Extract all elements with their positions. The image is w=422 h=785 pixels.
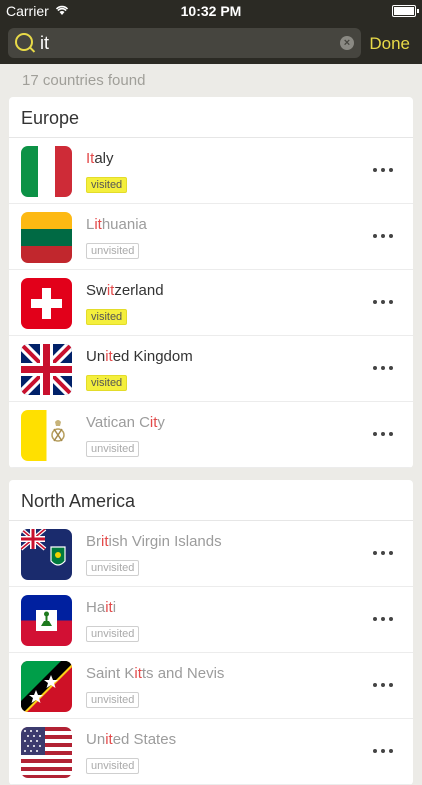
clock: 10:32 PM xyxy=(180,3,242,19)
country-name: United Kingdom xyxy=(86,348,193,365)
section-card-north-america: North America British Virgin Islands unvi… xyxy=(9,480,413,785)
more-options-icon[interactable] xyxy=(373,682,393,688)
country-row[interactable]: Lithuania unvisited xyxy=(9,204,413,270)
more-options-icon[interactable] xyxy=(373,616,393,622)
search-icon xyxy=(15,33,33,51)
search-field[interactable]: × xyxy=(8,28,361,58)
more-options-icon[interactable] xyxy=(373,365,393,371)
status-badge: unvisited xyxy=(86,243,140,259)
section-header: North America xyxy=(9,480,413,521)
bvi-flag-icon xyxy=(21,529,72,580)
status-badge: unvisited xyxy=(86,692,140,708)
country-row[interactable]: Haiti unvisited xyxy=(9,587,413,653)
more-options-icon[interactable] xyxy=(373,431,393,437)
uk-flag-icon xyxy=(21,344,72,395)
switzerland-flag-icon xyxy=(21,278,72,329)
country-row[interactable]: Vatican City unvisited xyxy=(9,402,413,468)
section-card-europe: Europe Italy visited Lithuania unvisited Swi… xyxy=(9,97,413,468)
more-options-icon[interactable] xyxy=(373,299,393,305)
search-input[interactable] xyxy=(40,32,330,54)
more-options-icon[interactable] xyxy=(373,748,393,754)
more-options-icon[interactable] xyxy=(373,550,393,556)
country-name: Lithuania xyxy=(86,216,147,233)
results-count: 17 countries found xyxy=(22,72,146,89)
battery-icon xyxy=(392,5,419,17)
status-badge: unvisited xyxy=(86,626,140,642)
clear-icon[interactable]: × xyxy=(340,36,354,50)
country-name: Switzerland xyxy=(86,282,164,299)
status-badge: unvisited xyxy=(86,758,140,774)
lithuania-flag-icon xyxy=(21,212,72,263)
more-options-icon[interactable] xyxy=(373,167,393,173)
country-row[interactable]: United Kingdom visited xyxy=(9,336,413,402)
country-name: Vatican City xyxy=(86,414,165,431)
status-bar: Carrier 10:32 PM xyxy=(0,0,422,22)
country-name: Saint Kitts and Nevis xyxy=(86,665,225,682)
status-badge: unvisited xyxy=(86,441,140,457)
country-row[interactable]: Switzerland visited xyxy=(9,270,413,336)
done-button[interactable]: Done xyxy=(369,34,410,54)
status-badge: visited xyxy=(86,177,128,193)
status-badge: visited xyxy=(86,375,128,391)
status-badge: unvisited xyxy=(86,560,140,576)
country-name: United States xyxy=(86,731,177,748)
country-row[interactable]: Saint Kitts and Nevis unvisited xyxy=(9,653,413,719)
country-row[interactable]: Italy visited xyxy=(9,138,413,204)
section-header: Europe xyxy=(9,97,413,138)
saint-kitts-flag-icon xyxy=(21,661,72,712)
country-row[interactable]: British Virgin Islands unvisited xyxy=(9,521,413,587)
country-name: Haiti xyxy=(86,599,117,616)
haiti-flag-icon xyxy=(21,595,72,646)
country-name: Italy xyxy=(86,150,114,167)
status-badge: visited xyxy=(86,309,128,325)
usa-flag-icon xyxy=(21,727,72,778)
country-name: British Virgin Islands xyxy=(86,533,222,550)
more-options-icon[interactable] xyxy=(373,233,393,239)
country-row[interactable]: United States unvisited xyxy=(9,719,413,785)
italy-flag-icon xyxy=(21,146,72,197)
vatican-flag-icon xyxy=(21,410,72,461)
search-bar: × Done xyxy=(0,22,422,64)
